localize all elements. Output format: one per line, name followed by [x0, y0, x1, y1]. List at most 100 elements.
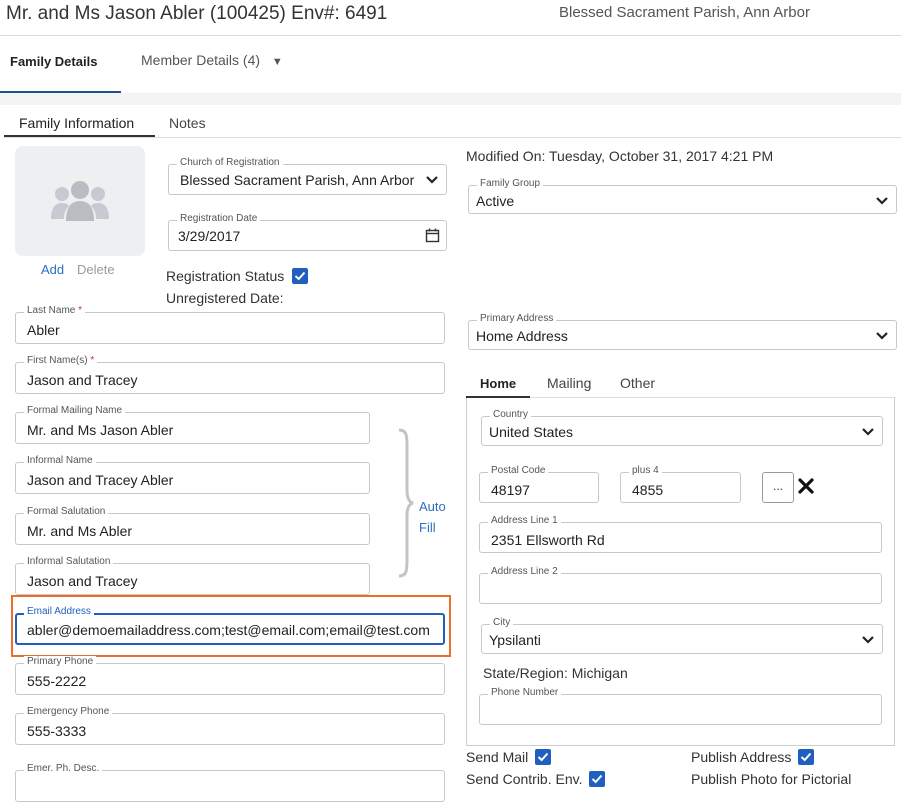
chevron-down-icon: [425, 173, 439, 187]
city-label: City: [490, 617, 514, 628]
plus4-value: 4855: [632, 482, 664, 498]
registration-date-value: 3/29/2017: [178, 228, 241, 244]
last-name-label: Last Name *: [24, 305, 86, 316]
plus4-label: plus 4: [629, 465, 662, 476]
last-name-field[interactable]: Last Name * Abler: [15, 305, 445, 344]
send-contrib-option: Send Contrib. Env.: [466, 771, 606, 787]
publish-address-option: Publish Address: [691, 749, 815, 765]
country-select[interactable]: Country United States: [481, 409, 883, 446]
address-line1-value: 2351 Ellsworth Rd: [491, 532, 605, 548]
tab-other-address[interactable]: Other: [620, 375, 655, 391]
send-mail-checkbox[interactable]: [535, 749, 552, 765]
emergency-phone-desc-field[interactable]: Emer. Ph. Desc.: [15, 763, 445, 802]
section-band: [0, 93, 901, 105]
delete-photo-link[interactable]: Delete: [77, 262, 115, 277]
informal-name-label: Informal Name: [24, 455, 96, 466]
family-group-select[interactable]: Family Group Active: [468, 178, 897, 214]
tab-family-details[interactable]: Family Details: [10, 54, 97, 69]
address-lookup-button[interactable]: ...: [762, 472, 794, 503]
close-icon[interactable]: [797, 477, 815, 495]
country-value: United States: [489, 424, 574, 440]
tab-mailing-address[interactable]: Mailing: [547, 375, 591, 391]
address-line2-field[interactable]: Address Line 2: [479, 566, 882, 604]
send-contrib-label: Send Contrib. Env.: [466, 771, 583, 787]
auto-fill-line1: Auto: [419, 499, 446, 514]
registration-status-checkbox[interactable]: [292, 268, 309, 284]
address-phone-label: Phone Number: [488, 687, 562, 698]
registration-date-label: Registration Date: [177, 213, 261, 224]
tab-member-details[interactable]: Member Details (4) ▼: [141, 52, 283, 68]
registration-date-field[interactable]: Registration Date 3/29/2017: [168, 213, 447, 251]
parish-name: Blessed Sacrament Parish, Ann Arbor: [559, 4, 810, 21]
church-select[interactable]: Church of Registration Blessed Sacrament…: [168, 157, 447, 195]
address-phone-field[interactable]: Phone Number: [479, 687, 882, 725]
emergency-phone-label: Emergency Phone: [24, 706, 113, 717]
subtab-active-indicator: [4, 135, 155, 137]
emergency-phone-value: 555-3333: [27, 723, 87, 739]
formal-mailing-name-value: Mr. and Ms Jason Abler: [27, 422, 174, 438]
auto-fill-link[interactable]: Auto Fill: [419, 496, 446, 538]
registration-status: Registration Status: [166, 268, 309, 284]
tab-notes[interactable]: Notes: [169, 115, 206, 131]
auto-fill-line2: Fill: [419, 520, 436, 535]
chevron-down-icon: [875, 329, 889, 343]
address-line1-field[interactable]: Address Line 1 2351 Ellsworth Rd: [479, 515, 882, 553]
calendar-icon[interactable]: [425, 228, 440, 248]
address-line2-label: Address Line 2: [488, 566, 561, 577]
informal-salutation-field[interactable]: Informal Salutation Jason and Tracey: [15, 556, 370, 595]
emergency-phone-desc-label: Emer. Ph. Desc.: [24, 763, 103, 774]
primary-phone-value: 555-2222: [27, 673, 87, 689]
email-address-input[interactable]: Email Address abler@demoemailaddress.com…: [15, 606, 445, 645]
family-group-value: Active: [476, 193, 515, 209]
chevron-down-icon: [875, 194, 889, 208]
formal-salutation-field[interactable]: Formal Salutation Mr. and Ms Abler: [15, 506, 370, 545]
postal-code-label: Postal Code: [488, 465, 549, 476]
tab-home-address[interactable]: Home: [480, 376, 516, 391]
country-label: Country: [490, 409, 532, 420]
first-names-field[interactable]: First Name(s) * Jason and Tracey: [15, 355, 445, 394]
page-title: Mr. and Ms Jason Abler (100425) Env#: 64…: [6, 3, 388, 24]
publish-address-label: Publish Address: [691, 749, 792, 765]
send-contrib-checkbox[interactable]: [589, 771, 606, 787]
send-mail-label: Send Mail: [466, 749, 529, 765]
primary-address-label: Primary Address: [477, 313, 557, 324]
modified-on: Modified On: Tuesday, October 31, 2017 4…: [466, 148, 774, 164]
header-divider: [0, 35, 901, 36]
email-address-value: abler@demoemailaddress.com;test@email.co…: [27, 622, 430, 638]
primary-phone-label: Primary Phone: [24, 656, 97, 667]
first-names-value: Jason and Tracey: [27, 372, 138, 388]
publish-address-checkbox[interactable]: [798, 749, 815, 765]
email-address-label: Email Address: [24, 606, 94, 617]
primary-phone-field[interactable]: Primary Phone 555-2222: [15, 656, 445, 695]
brace-icon: [398, 428, 414, 578]
chevron-down-icon: [861, 425, 875, 439]
subtabs-divider: [4, 137, 901, 138]
postal-code-value: 48197: [491, 482, 530, 498]
first-names-label: First Name(s) *: [24, 355, 98, 366]
unregistered-date-label: Unregistered Date:: [166, 290, 284, 306]
city-value: Ypsilanti: [489, 632, 541, 648]
family-photo: [15, 146, 145, 256]
chevron-down-icon: [861, 633, 875, 647]
church-value: Blessed Sacrament Parish, Ann Arbor: [180, 172, 415, 188]
formal-salutation-label: Formal Salutation: [24, 506, 109, 517]
publish-photo-label: Publish Photo for Pictorial: [691, 771, 852, 787]
postal-code-field[interactable]: Postal Code 48197: [479, 465, 599, 503]
city-select[interactable]: City Ypsilanti: [481, 617, 883, 654]
informal-salutation-label: Informal Salutation: [24, 556, 114, 567]
add-photo-link[interactable]: Add: [41, 262, 64, 277]
tab-member-label: Member Details (4): [141, 52, 261, 68]
informal-name-field[interactable]: Informal Name Jason and Tracey Abler: [15, 455, 370, 494]
formal-mailing-name-field[interactable]: Formal Mailing Name Mr. and Ms Jason Abl…: [15, 405, 370, 444]
registration-status-label: Registration Status: [166, 268, 285, 284]
plus4-field[interactable]: plus 4 4855: [620, 465, 741, 503]
address-line1-label: Address Line 1: [488, 515, 561, 526]
family-group-label: Family Group: [477, 178, 544, 189]
formal-mailing-name-label: Formal Mailing Name: [24, 405, 126, 416]
formal-salutation-value: Mr. and Ms Abler: [27, 523, 133, 539]
primary-address-select[interactable]: Primary Address Home Address: [468, 313, 897, 350]
state-region: State/Region: Michigan: [483, 665, 628, 681]
tab-family-information[interactable]: Family Information: [19, 115, 134, 131]
emergency-phone-field[interactable]: Emergency Phone 555-3333: [15, 706, 445, 745]
last-name-value: Abler: [27, 322, 60, 338]
